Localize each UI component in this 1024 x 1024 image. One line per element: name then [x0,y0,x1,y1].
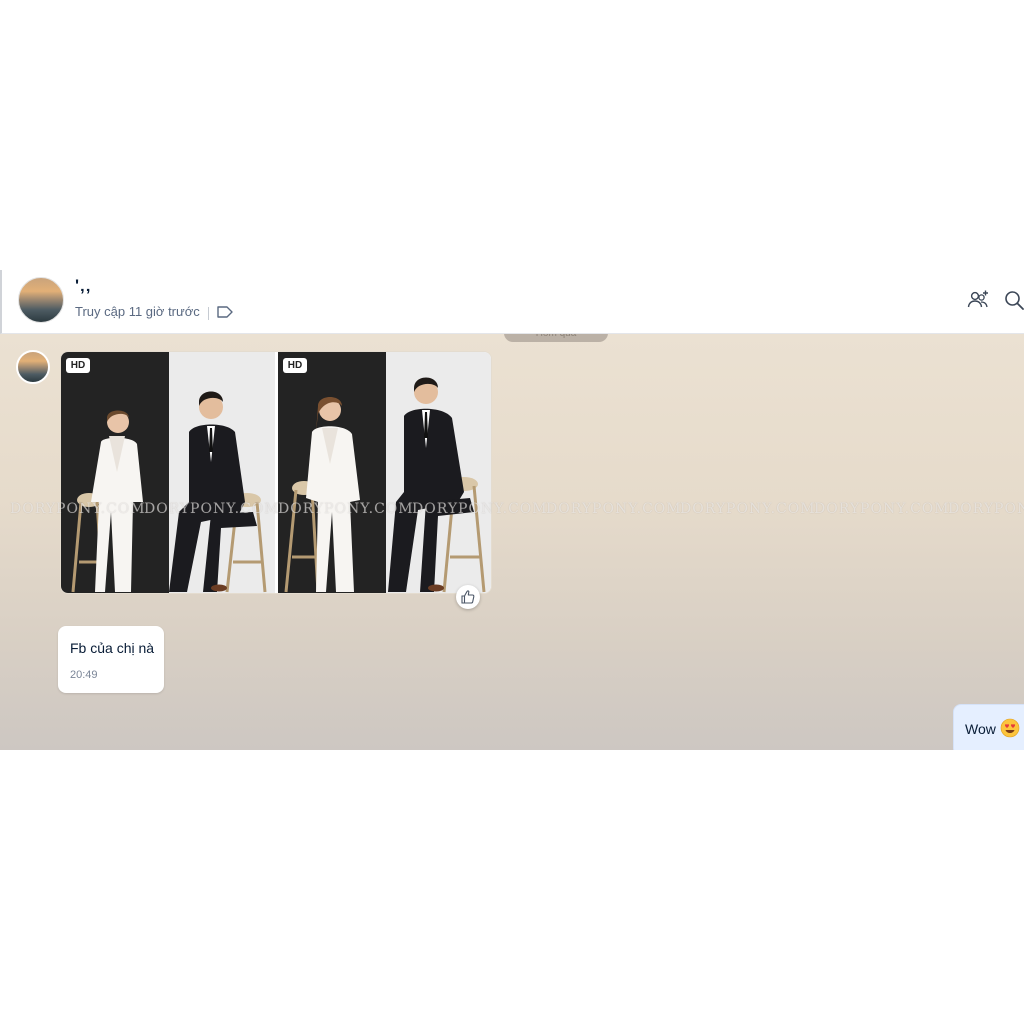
sent-message-bubble[interactable]: Wow [953,704,1024,750]
photo-message-group: HD HD [60,351,492,594]
message-text: Wow [965,721,996,737]
received-message-bubble[interactable]: Fb của chị nà 20:49 [58,626,164,693]
chat-header: '‚‚ Truy cập 11 giờ trước [0,270,1024,334]
reaction-button[interactable] [456,585,480,609]
heart-eyes-emoji-icon [1000,718,1020,738]
contact-avatar[interactable] [18,277,64,323]
conversation-area[interactable]: Hôm qua [0,328,1024,750]
add-member-icon[interactable] [966,288,990,312]
tag-icon[interactable] [216,304,234,320]
couple-photo-image [71,391,267,593]
search-icon[interactable] [1002,288,1024,312]
photo-thumbnail[interactable]: HD [278,352,491,593]
contact-name[interactable]: '‚‚ [75,276,92,296]
couple-photo-image [284,377,486,593]
message-text: Fb của chị nà [70,640,155,656]
photo-thumbnail[interactable]: HD [61,352,275,593]
hd-badge: HD [283,358,307,373]
message-timestamp: 20:49 [70,669,98,681]
header-divider [208,307,209,320]
last-seen-status: Truy cập 11 giờ trước [75,304,200,319]
chat-window: '‚‚ Truy cập 11 giờ trước Hôm qua [0,270,1024,750]
sender-avatar[interactable] [16,350,50,384]
hd-badge: HD [66,358,90,373]
thumbs-up-icon [461,590,475,604]
